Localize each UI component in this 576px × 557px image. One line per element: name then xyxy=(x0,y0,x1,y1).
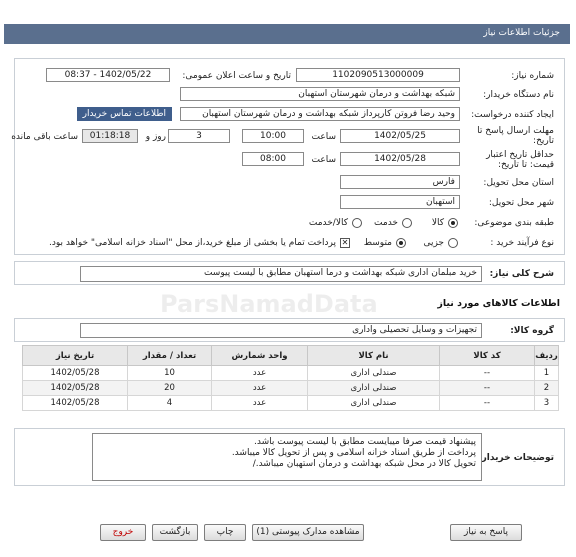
cell-unit: عدد xyxy=(211,365,308,381)
exit-button[interactable]: خروج xyxy=(100,524,146,541)
table-row: 1 -- صندلی اداری عدد 10 1402/05/28 xyxy=(22,365,559,381)
contact-buyer-link[interactable]: اطلاعات تماس خریدار xyxy=(76,107,172,121)
deadline-date-field: 1402/05/25 xyxy=(340,129,460,143)
days-field: 3 xyxy=(168,129,230,143)
notes-line: تحویل کالا در محل شبکه بهداشت و درمان اس… xyxy=(252,459,476,469)
cell-name: صندلی اداری xyxy=(307,380,440,396)
category-label: طبقه بندی موضوعی: xyxy=(474,218,554,228)
goods-table: ردیف کد کالا نام کالا واحد شمارش تعداد /… xyxy=(22,345,559,411)
summary-panel: شرح کلی نیاز: خرید مبلمان اداری شبکه بهد… xyxy=(14,261,565,285)
notes-panel: توضیحات خریدار: پیشنهاد قیمت صرفا میبایس… xyxy=(14,428,565,486)
notes-field: پیشنهاد قیمت صرفا میبایست مطابق با لیست … xyxy=(92,433,482,481)
requester-label: ایجاد کننده درخواست: xyxy=(471,110,554,120)
cell-date: 1402/05/28 xyxy=(22,395,128,411)
cell-name: صندلی اداری xyxy=(307,395,440,411)
deadline-time-label: ساعت xyxy=(311,132,337,142)
province-field: فارس xyxy=(340,175,460,189)
payment-note: پرداخت تمام یا بخشی از مبلغ خرید،از محل … xyxy=(48,238,336,248)
city-label: شهر محل تحویل: xyxy=(488,198,554,208)
watermark: ParsNamadData xyxy=(160,290,378,318)
notes-line: پرداخت از طریق اسناد خزانه اسلامی و پس ا… xyxy=(231,448,476,458)
deadline-time-field: 10:00 xyxy=(242,129,304,143)
print-button[interactable]: چاپ xyxy=(204,524,246,541)
cell-name: صندلی اداری xyxy=(307,365,440,381)
category-both-label: کالا/خدمت xyxy=(308,218,348,228)
province-label: استان محل تحویل: xyxy=(483,178,554,188)
notes-label: توضیحات خریدار: xyxy=(478,453,554,463)
days-label: روز و xyxy=(145,132,166,142)
reply-button[interactable]: پاسخ به نیاز xyxy=(450,524,522,541)
need-number-field: 1102090513000009 xyxy=(296,68,460,82)
cell-unit: عدد xyxy=(211,395,308,411)
category-both-radio[interactable] xyxy=(352,218,362,228)
deadline-label: مهلت ارسال پاسخ تا تاریخ: xyxy=(477,126,554,146)
requester-field: وحید رضا فروتن کارپرداز شبکه بهداشت و در… xyxy=(180,107,460,121)
info-panel: شماره نیاز: 1102090513000009 تاریخ و ساع… xyxy=(11,58,565,255)
validity-time-field: 08:00 xyxy=(242,152,304,166)
validity-label: حداقل تاریخ اعتبار قیمت: تا تاریخ: xyxy=(486,150,554,170)
page-header: جزئیات اطلاعات نیاز xyxy=(4,24,570,44)
view-attachments-button[interactable]: مشاهده مدارک پیوستی (1) xyxy=(252,524,364,541)
cell-qty: 20 xyxy=(127,380,212,396)
process-minor-radio[interactable] xyxy=(448,238,458,248)
cell-qty: 4 xyxy=(127,395,212,411)
validity-date-field: 1402/05/28 xyxy=(340,152,460,166)
col-qty: تعداد / مقدار xyxy=(127,345,212,366)
col-name: نام کالا xyxy=(307,345,440,366)
notes-line: پیشنهاد قیمت صرفا میبایست مطابق با لیست … xyxy=(254,437,476,447)
col-code: کد کالا xyxy=(439,345,535,366)
process-minor-label: جزیی xyxy=(423,238,444,248)
goods-group-field: تجهیزات و وسایل تحصیلی واداری xyxy=(80,323,482,338)
category-service-radio[interactable] xyxy=(402,218,412,228)
category-goods-radio[interactable] xyxy=(448,218,458,228)
table-row: 2 -- صندلی اداری عدد 20 1402/05/28 xyxy=(22,380,559,396)
need-number-label: شماره نیاز: xyxy=(511,71,554,81)
category-goods-label: کالا xyxy=(431,218,444,228)
cell-qty: 10 xyxy=(127,365,212,381)
buyer-field: شبکه بهداشت و درمان شهرستان استهبان xyxy=(180,87,460,101)
validity-time-label: ساعت xyxy=(311,155,337,165)
back-button[interactable]: بازگشت xyxy=(152,524,198,541)
goods-group-label: گروه کالا: xyxy=(510,326,554,336)
cell-code: -- xyxy=(439,365,535,381)
remaining-label: ساعت باقی مانده xyxy=(11,132,78,142)
cell-date: 1402/05/28 xyxy=(22,380,128,396)
buyer-label: نام دستگاه خریدار: xyxy=(483,90,554,100)
summary-label: شرح کلی نیاز: xyxy=(489,269,554,279)
cell-unit: عدد xyxy=(211,380,308,396)
cell-date: 1402/05/28 xyxy=(22,365,128,381)
process-medium-label: متوسط xyxy=(363,238,392,248)
col-row: ردیف xyxy=(534,345,559,366)
cell-code: -- xyxy=(439,380,535,396)
announce-label: تاریخ و ساعت اعلان عمومی: xyxy=(182,71,291,81)
category-service-label: خدمت xyxy=(374,218,398,228)
goods-section-title: اطلاعات کالاهای مورد نیاز xyxy=(437,298,560,309)
announce-field: 1402/05/22 - 08:37 xyxy=(46,68,170,82)
goods-table-header: ردیف کد کالا نام کالا واحد شمارش تعداد /… xyxy=(22,345,559,366)
cell-row: 1 xyxy=(534,365,559,381)
remaining-time-field: 01:18:18 xyxy=(82,129,138,143)
summary-field: خرید مبلمان اداری شبکه بهداشت و درما است… xyxy=(80,266,482,282)
process-medium-radio[interactable] xyxy=(396,238,406,248)
cell-row: 3 xyxy=(534,395,559,411)
treasury-checkbox[interactable]: ✕ xyxy=(340,238,350,248)
col-unit: واحد شمارش xyxy=(211,345,308,366)
page-title: جزئیات اطلاعات نیاز xyxy=(483,28,560,38)
cell-row: 2 xyxy=(534,380,559,396)
col-date: تاریخ نیاز xyxy=(22,345,128,366)
process-label: نوع فرآیند خرید : xyxy=(490,238,554,248)
table-row: 3 -- صندلی اداری عدد 4 1402/05/28 xyxy=(22,395,559,411)
goods-group-panel: گروه کالا: تجهیزات و وسایل تحصیلی واداری xyxy=(14,318,565,342)
city-field: استهبان xyxy=(340,195,460,209)
cell-code: -- xyxy=(439,395,535,411)
